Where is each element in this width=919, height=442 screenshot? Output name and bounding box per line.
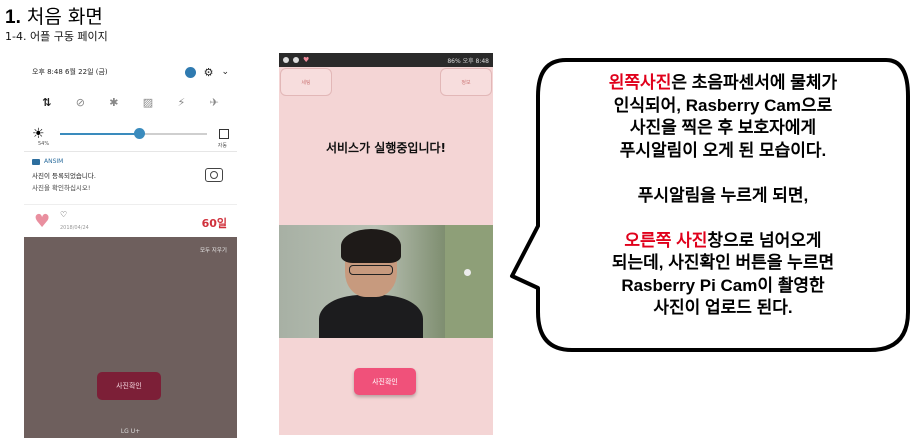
- bubble-gap: [548, 207, 898, 230]
- bubble-text-part: 은 초음파센서에 물체가: [671, 73, 838, 92]
- day-card-date: 2018/04/24: [60, 225, 89, 231]
- quick-settings-row: ⇅ ⊘ ✱ ▨ ⚡ ✈: [24, 87, 237, 117]
- nfc-off-icon[interactable]: ▨: [143, 96, 153, 109]
- notification-app: ANSIM: [32, 158, 229, 165]
- bubble-gap: [548, 162, 898, 185]
- bubble-text-part: 창으로 넘어오게: [707, 230, 822, 250]
- photo-person-glasses: [349, 265, 393, 275]
- bluetooth-off-icon[interactable]: ✱: [109, 96, 118, 109]
- shade-background: 모두 지우기 사진확인 LG U+: [24, 237, 237, 438]
- photo-wall: [445, 225, 493, 338]
- status-bar: ♥ 86% 오후 8:48: [279, 53, 493, 67]
- push-notification[interactable]: ANSIM 사진이 등록되었습니다. 사진을 확인하십시오!: [24, 152, 237, 204]
- service-status-text: 서비스가 실행중입니다!: [325, 141, 447, 155]
- auto-brightness-label: 자동: [217, 143, 227, 149]
- status-time: 오후 8:48 6월 22일 (금): [32, 68, 108, 76]
- photo-person-hair: [341, 229, 401, 263]
- clear-all-button[interactable]: 모두 지우기: [200, 246, 227, 254]
- carrier-label: LG U+: [120, 428, 141, 435]
- account-icon[interactable]: [184, 66, 196, 78]
- bubble-line: 사진이 업로드 된다.: [653, 298, 793, 317]
- flashlight-off-icon[interactable]: ⚡: [178, 96, 186, 109]
- airplane-off-icon[interactable]: ✈: [210, 96, 219, 109]
- info-button[interactable]: 정보: [440, 68, 492, 96]
- top-buttons: 세팅 정보: [279, 67, 493, 115]
- slide-title: 1. 처음 화면: [5, 2, 103, 29]
- notification-line1: 사진이 등록되었습니다.: [32, 172, 96, 180]
- heart-icon: ♥: [303, 56, 310, 64]
- bubble-line: 오른쪽 사진창으로 넘어오게: [548, 230, 898, 253]
- wifi-off-icon[interactable]: ⊘: [76, 96, 85, 109]
- app-screen-screenshot: ♥ 86% 오후 8:48 세팅 정보 서비스가 실행중입니다! 사진확인: [279, 53, 493, 435]
- photo-light: [464, 269, 471, 276]
- bubble-line: 사진을 찍은 후 보호자에게: [629, 118, 817, 137]
- bubble-line: 푸시알림이 오게 된 모습이다.: [619, 140, 827, 160]
- brightness-slider[interactable]: [60, 128, 207, 139]
- photo-person-body: [319, 295, 423, 338]
- slide-subtitle: 1-4. 어플 구동 페이지: [5, 30, 108, 43]
- day-count: 60일: [201, 217, 227, 230]
- notification-app-name: ANSIM: [44, 158, 64, 165]
- bubble-line: 왼쪽사진은 초음파센서에 물체가: [548, 72, 898, 95]
- status-dot-icon: [283, 57, 289, 63]
- brightness-fill: [60, 133, 140, 135]
- brightness-row: ☀ 54% 자동: [24, 117, 237, 151]
- bubble-highlight-right: 오른쪽 사진: [624, 230, 708, 250]
- brightness-sun-icon: ☀: [32, 126, 45, 142]
- notification-shade-screenshot: 오후 8:48 6월 22일 (금) ⚙ ⌄ ⇅ ⊘ ✱ ▨ ⚡ ✈ ☀ 54%…: [24, 57, 237, 438]
- slide-number: 1.: [5, 7, 21, 28]
- notification-line2: 사진을 확인하십시오!: [32, 184, 91, 192]
- brightness-percent: 54%: [38, 141, 50, 147]
- status-right: 86% 오후 8:48: [447, 57, 489, 65]
- slide-title-text: 처음 화면: [26, 6, 103, 28]
- bubble-line: 인식되어, Rasberry Cam으로: [613, 95, 833, 115]
- captured-photo: [279, 225, 493, 338]
- gear-icon[interactable]: ⚙: [204, 66, 214, 79]
- camera-icon: [205, 168, 223, 182]
- data-toggle-icon[interactable]: ⇅: [42, 96, 51, 109]
- status-left-icons: ♥: [283, 56, 447, 64]
- bubble-highlight-left: 왼쪽사진: [608, 73, 672, 92]
- settings-button[interactable]: 세팅: [280, 68, 332, 96]
- bubble-line: 푸시알림을 누르게 되면,: [637, 185, 809, 205]
- heart-icon: ♥: [34, 211, 51, 232]
- small-heart-icon: ♡: [60, 210, 68, 219]
- status-bar: 오후 8:48 6월 22일 (금) ⚙ ⌄: [24, 57, 237, 87]
- photo-check-button[interactable]: 사진확인: [97, 372, 161, 400]
- brightness-knob[interactable]: [134, 128, 146, 139]
- bubble-line: Rasberry Pi Cam이 촬영한: [621, 275, 825, 295]
- bubble-line: 되는데, 사진확인 버튼을 누르면: [611, 253, 835, 272]
- speech-bubble-text: 왼쪽사진은 초음파센서에 물체가 인식되어, Rasberry Cam으로 사진…: [548, 72, 898, 320]
- photo-check-button[interactable]: 사진확인: [354, 368, 416, 395]
- chevron-down-icon[interactable]: ⌄: [221, 67, 229, 77]
- day-counter-card[interactable]: ♥ ♡ 2018/04/24 60일: [24, 204, 237, 238]
- app-icon: [32, 158, 40, 165]
- status-dot-icon: [293, 57, 299, 63]
- auto-brightness-checkbox[interactable]: [219, 129, 229, 139]
